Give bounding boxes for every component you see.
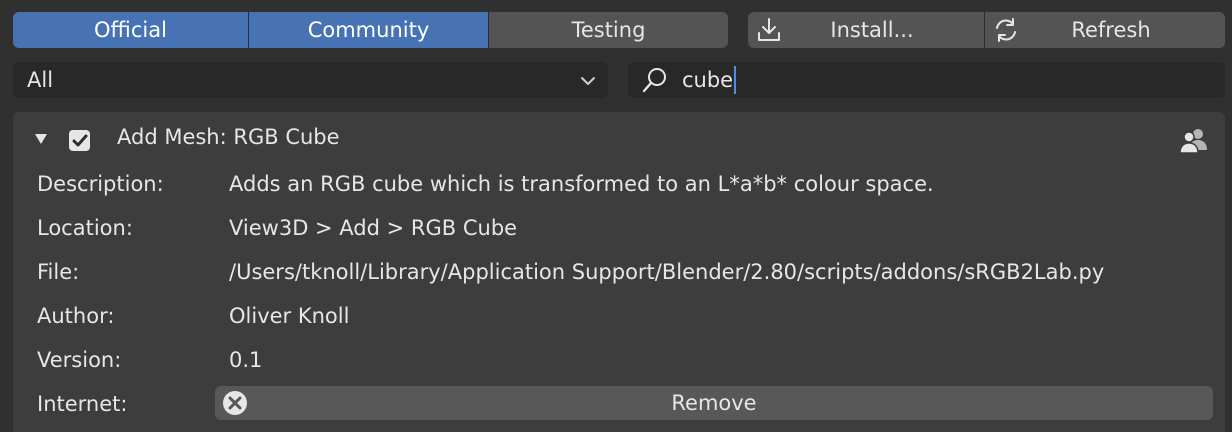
detail-key: Description: [37, 172, 164, 196]
detail-row-author: Author: Oliver Knoll [13, 304, 1225, 340]
detail-row-file: File: /Users/tknoll/Library/Application … [13, 260, 1225, 296]
detail-key: Location: [37, 216, 133, 240]
tab-official[interactable]: Official [13, 12, 249, 48]
detail-key: File: [37, 260, 80, 284]
detail-row-description: Description: Adds an RGB cube which is t… [13, 172, 1225, 208]
refresh-label: Refresh [1071, 18, 1151, 42]
tab-testing-label: Testing [571, 18, 646, 42]
addon-title: Add Mesh: RGB Cube [117, 125, 340, 149]
refresh-icon [985, 16, 1027, 44]
tab-community-label: Community [307, 18, 430, 42]
install-button[interactable]: Install... [748, 12, 985, 48]
tab-community[interactable]: Community [249, 12, 489, 48]
detail-value: /Users/tknoll/Library/Application Suppor… [229, 260, 1105, 284]
download-icon [748, 16, 790, 44]
category-value: All [27, 68, 54, 92]
addon-actions: Install... Refresh [748, 12, 1225, 48]
text-cursor [734, 66, 737, 94]
tab-official-label: Official [94, 18, 167, 42]
chevron-down-icon [580, 68, 596, 92]
addons-preferences: Official Community Testing Install... Re… [0, 0, 1232, 432]
refresh-button[interactable]: Refresh [985, 12, 1225, 48]
addon-header[interactable]: Add Mesh: RGB Cube [13, 112, 1225, 168]
category-dropdown[interactable]: All [13, 62, 608, 98]
search-value: cube [682, 68, 734, 92]
community-user-icon [1179, 126, 1209, 154]
search-input[interactable]: cube [628, 62, 1225, 98]
detail-row-location: Location: View3D > Add > RGB Cube [13, 216, 1225, 252]
remove-button[interactable]: Remove [215, 386, 1213, 420]
tab-testing[interactable]: Testing [489, 12, 728, 48]
detail-key: Internet: [37, 392, 128, 416]
close-circle-icon [221, 389, 249, 417]
detail-value: Adds an RGB cube which is transformed to… [229, 172, 934, 196]
detail-key: Author: [37, 304, 115, 328]
repository-tabs: Official Community Testing [13, 12, 728, 48]
detail-value: 0.1 [229, 348, 263, 372]
detail-value: Oliver Knoll [229, 304, 350, 328]
addon-panel: Add Mesh: RGB Cube Description: Adds an … [13, 112, 1225, 432]
search-icon [638, 65, 682, 95]
addon-enabled-checkbox[interactable] [69, 130, 90, 151]
detail-key: Version: [37, 348, 122, 372]
install-label: Install... [830, 18, 914, 42]
remove-label: Remove [671, 391, 757, 415]
detail-value: View3D > Add > RGB Cube [229, 216, 518, 240]
detail-row-version: Version: 0.1 [13, 348, 1225, 384]
disclosure-triangle-icon[interactable] [33, 131, 49, 147]
